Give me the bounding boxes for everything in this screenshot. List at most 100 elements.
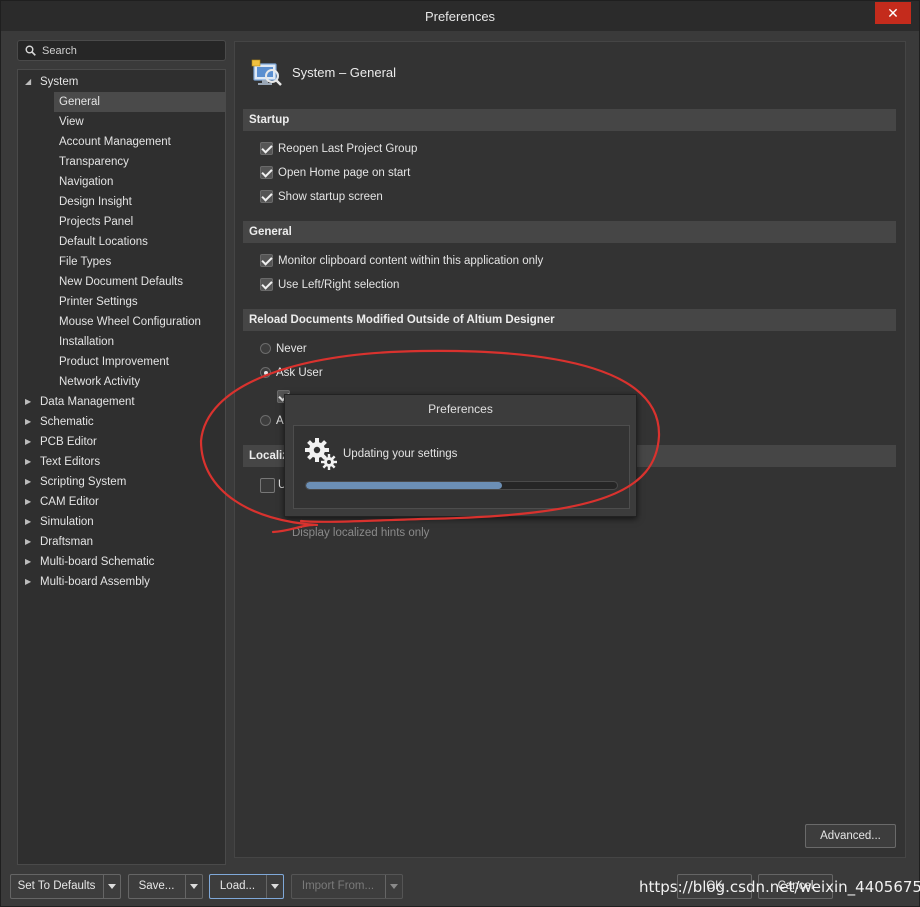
chevron-down-icon[interactable]	[185, 875, 202, 898]
tree-item-transparency[interactable]: Transparency	[18, 152, 225, 172]
ask-user-radio[interactable]	[260, 367, 271, 378]
updating-settings-dialog: Preferences Updating your settings	[284, 394, 637, 517]
use-localized-checkbox[interactable]	[260, 478, 275, 493]
search-box[interactable]	[17, 40, 226, 61]
open-home-page-checkbox[interactable]	[260, 166, 273, 179]
monitor-clipboard-checkbox[interactable]	[260, 254, 273, 267]
gears-icon	[305, 438, 337, 470]
load-button[interactable]: Load...	[209, 874, 284, 899]
tree-item-system[interactable]: ◢ System	[18, 72, 225, 92]
button-label: Save...	[138, 880, 175, 892]
chevron-down-icon[interactable]	[266, 875, 283, 898]
button-label: Import From...	[301, 880, 375, 892]
tree-item-pcb-editor[interactable]: ▶ PCB Editor	[18, 432, 225, 452]
tree-item-default-locations[interactable]: Default Locations	[18, 232, 225, 252]
always-radio[interactable]	[260, 415, 271, 426]
tree-item-design-insight[interactable]: Design Insight	[18, 192, 225, 212]
never-radio[interactable]	[260, 343, 271, 354]
collapsed-arrow-icon[interactable]: ▶	[25, 552, 35, 572]
tree-item-multi-board-schematic[interactable]: ▶ Multi-board Schematic	[18, 552, 225, 572]
tree-item-label: Multi-board Assembly	[40, 576, 150, 588]
tree-item-file-types[interactable]: File Types	[18, 252, 225, 272]
option-label: Ask User	[276, 367, 323, 379]
advanced-button[interactable]: Advanced...	[805, 824, 896, 848]
tree-item-label: Projects Panel	[59, 216, 134, 228]
button-label: Load...	[219, 880, 256, 892]
tree-item-navigation[interactable]: Navigation	[18, 172, 225, 192]
tree-item-label: Navigation	[59, 176, 114, 188]
collapsed-arrow-icon[interactable]: ▶	[25, 532, 35, 552]
collapsed-arrow-icon[interactable]: ▶	[25, 392, 35, 412]
tree-item-label: Account Management	[59, 136, 171, 148]
dialog-title: Preferences	[428, 402, 493, 416]
dialog-message: Updating your settings	[343, 448, 458, 460]
option-label: Never	[276, 343, 307, 355]
search-input[interactable]	[42, 42, 220, 59]
collapsed-arrow-icon[interactable]: ▶	[25, 452, 35, 472]
tree-item-text-editors[interactable]: ▶ Text Editors	[18, 452, 225, 472]
reopen-last-project-checkbox[interactable]	[260, 142, 273, 155]
tree-item-printer-settings[interactable]: Printer Settings	[18, 292, 225, 312]
tree-item-label: View	[59, 116, 84, 128]
collapsed-arrow-icon[interactable]: ▶	[25, 432, 35, 452]
tree-item-account-management[interactable]: Account Management	[18, 132, 225, 152]
tree-item-label: Scripting System	[40, 476, 127, 488]
option-label: Show startup screen	[278, 191, 383, 203]
tree-item-view[interactable]: View	[18, 112, 225, 132]
localized-hints-option[interactable]: Display localized hints only	[292, 525, 429, 541]
tree-item-label: Network Activity	[59, 376, 141, 388]
tree-item-multi-board-assembly[interactable]: ▶ Multi-board Assembly	[18, 572, 225, 592]
tree-item-projects-panel[interactable]: Projects Panel	[18, 212, 225, 232]
expanded-arrow-icon[interactable]: ◢	[25, 72, 35, 92]
tree-item-mouse-wheel-configuration[interactable]: Mouse Wheel Configuration	[18, 312, 225, 332]
show-startup-screen-checkbox[interactable]	[260, 190, 273, 203]
watermark-text: https://blog.csdn.net/weixin_44056757	[639, 878, 920, 896]
option-label: Monitor clipboard content within this ap…	[278, 255, 544, 267]
chevron-down-icon[interactable]	[385, 875, 402, 898]
tree-item-installation[interactable]: Installation	[18, 332, 225, 352]
tree-item-new-document-defaults[interactable]: New Document Defaults	[18, 272, 225, 292]
tree-item-label: System	[40, 76, 79, 88]
tree-item-label: Printer Settings	[59, 296, 138, 308]
option-label: A	[276, 415, 284, 427]
tree-item-simulation[interactable]: ▶ Simulation	[18, 512, 225, 532]
collapsed-arrow-icon[interactable]: ▶	[25, 472, 35, 492]
tree-item-label: Design Insight	[59, 196, 132, 208]
tree-item-general[interactable]: General	[54, 92, 225, 112]
tree-item-cam-editor[interactable]: ▶ CAM Editor	[18, 492, 225, 512]
tree-item-label: Multi-board Schematic	[40, 556, 155, 568]
chevron-down-icon[interactable]	[103, 875, 120, 898]
import-from-button[interactable]: Import From...	[291, 874, 403, 899]
tree-item-label: CAM Editor	[40, 496, 99, 508]
tree-item-label: Default Locations	[59, 236, 148, 248]
tree-item-product-improvement[interactable]: Product Improvement	[18, 352, 225, 372]
preferences-tree: ◢ System General View Account Management Tran…	[17, 69, 226, 865]
tree-item-label: Product Improvement	[59, 356, 169, 368]
set-to-defaults-button[interactable]: Set To Defaults	[10, 874, 121, 899]
search-icon	[25, 45, 36, 56]
collapsed-arrow-icon[interactable]: ▶	[25, 572, 35, 592]
tree-item-label: New Document Defaults	[59, 276, 183, 288]
save-button[interactable]: Save...	[128, 874, 203, 899]
tree-item-data-management[interactable]: ▶ Data Management	[18, 392, 225, 412]
tree-item-scripting-system[interactable]: ▶ Scripting System	[18, 472, 225, 492]
tree-item-label: Installation	[59, 336, 114, 348]
general-section-header: General	[243, 221, 896, 243]
tree-item-label: Text Editors	[40, 456, 101, 468]
preferences-window: Preferences ✕ ◢ System General View Account …	[0, 0, 920, 907]
collapsed-arrow-icon[interactable]: ▶	[25, 492, 35, 512]
tree-item-label: File Types	[59, 256, 112, 268]
tree-item-label: Data Management	[40, 396, 135, 408]
button-label: Set To Defaults	[17, 880, 96, 892]
collapsed-arrow-icon[interactable]: ▶	[25, 512, 35, 532]
tree-item-draftsman[interactable]: ▶ Draftsman	[18, 532, 225, 552]
left-right-selection-checkbox[interactable]	[260, 278, 273, 291]
tree-item-network-activity[interactable]: Network Activity	[18, 372, 225, 392]
collapsed-arrow-icon[interactable]: ▶	[25, 412, 35, 432]
tree-item-label: Schematic	[40, 416, 94, 428]
tree-item-schematic[interactable]: ▶ Schematic	[18, 412, 225, 432]
startup-section-header: Startup	[243, 109, 896, 131]
progress-bar	[305, 481, 618, 490]
close-button[interactable]: ✕	[875, 2, 911, 24]
progress-fill	[306, 482, 502, 489]
